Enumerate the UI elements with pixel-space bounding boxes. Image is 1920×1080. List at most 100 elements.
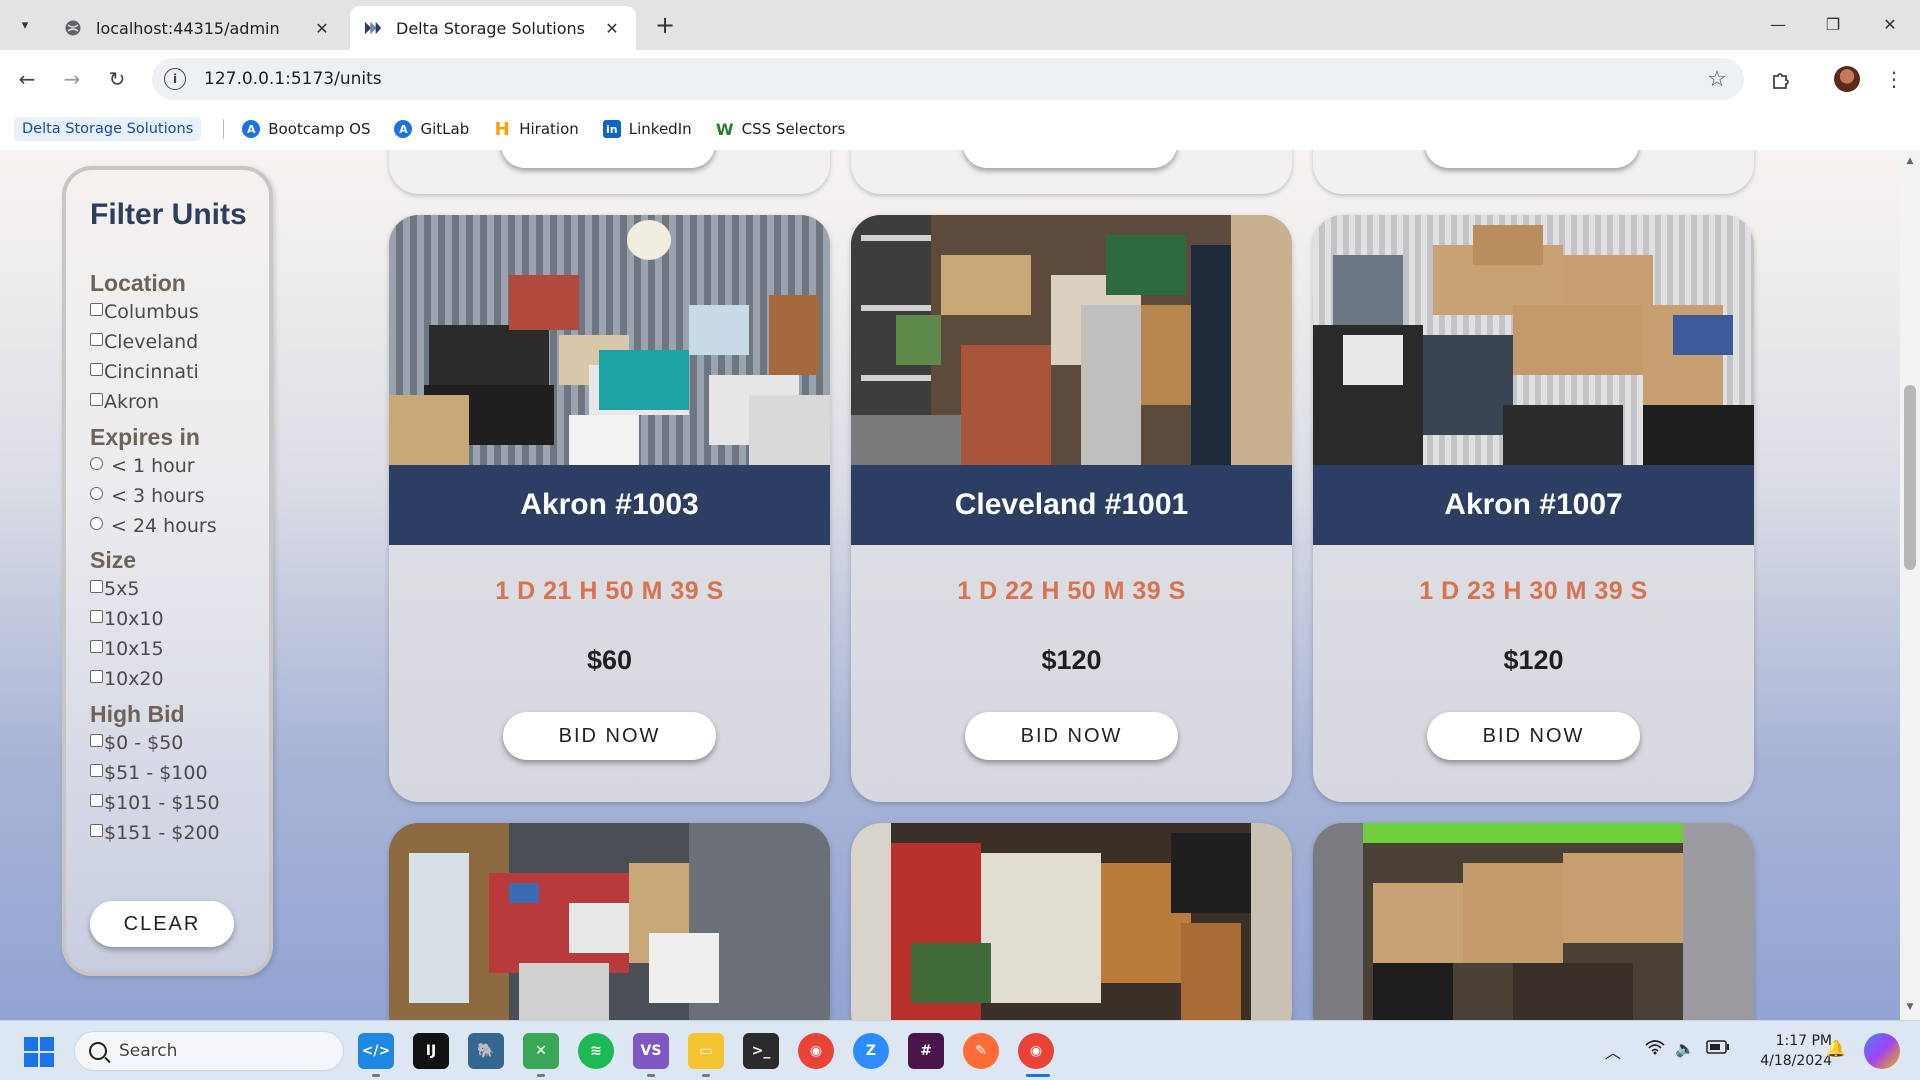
size-option-10x20[interactable]: 10x20 — [90, 664, 164, 694]
checkbox[interactable] — [90, 362, 103, 376]
slack-icon[interactable]: # — [908, 1033, 944, 1069]
tab-delta-storage[interactable]: Delta Storage Solutions ✕ — [350, 6, 636, 50]
bookmark-star-icon[interactable]: ☆ — [1700, 67, 1734, 92]
bid-now-button-partial[interactable] — [1425, 150, 1639, 168]
checkbox[interactable] — [90, 823, 103, 837]
vscode-icon[interactable]: </> — [358, 1033, 394, 1069]
radio[interactable] — [90, 456, 103, 470]
expires-option-1h[interactable]: < 1 hour — [90, 451, 217, 481]
chrome-active-icon[interactable]: ◉ — [1018, 1033, 1054, 1069]
bookmark-linkedin[interactable]: in LinkedIn — [602, 120, 692, 138]
checkbox[interactable] — [90, 609, 103, 623]
location-option-columbus[interactable]: Columbus — [90, 297, 199, 327]
terminal-icon[interactable]: >_ — [743, 1033, 779, 1069]
profile-avatar[interactable] — [1830, 62, 1864, 96]
checkbox[interactable] — [90, 733, 103, 747]
bid-option-101-150[interactable]: $101 - $150 — [90, 788, 220, 818]
bid-now-button[interactable]: BID NOW — [1427, 712, 1640, 760]
unit-card: Cleveland #1001 1 D 22 H 50 M 39 S $120 … — [851, 215, 1292, 802]
minimize-icon[interactable]: — — [1760, 8, 1796, 40]
postgres-icon[interactable]: 🐘 — [468, 1033, 504, 1069]
checkbox[interactable] — [90, 302, 103, 316]
bid-now-button[interactable]: BID NOW — [965, 712, 1178, 760]
location-option-akron[interactable]: Akron — [90, 387, 199, 417]
clock-time: 1:17 PM — [1775, 1033, 1832, 1049]
spotify-icon[interactable]: ≋ — [578, 1033, 614, 1069]
postman-icon[interactable]: ✎ — [963, 1033, 999, 1069]
unit-title: Akron #1003 — [389, 465, 830, 545]
zoom-icon[interactable]: Z — [853, 1033, 889, 1069]
taskbar-search[interactable]: Search — [74, 1031, 344, 1071]
option-label: < 24 hours — [111, 515, 217, 537]
extensions-icon[interactable] — [1764, 62, 1798, 96]
new-tab-icon[interactable]: + — [650, 10, 680, 40]
bookmark-bootcamp[interactable]: A Bootcamp OS — [242, 120, 370, 138]
bookmark-label: Bootcamp OS — [268, 120, 371, 138]
bookmark-gitlab[interactable]: A GitLab — [394, 120, 469, 138]
unit-card-next — [389, 823, 830, 1020]
battery-icon[interactable] — [1706, 1039, 1730, 1058]
address-bar[interactable]: i 127.0.0.1:5173/units ☆ — [152, 58, 1744, 100]
close-tab-icon[interactable]: ✕ — [312, 18, 332, 38]
checkbox[interactable] — [90, 793, 103, 807]
intellij-icon[interactable]: IJ — [413, 1033, 449, 1069]
option-label: 10x20 — [104, 668, 164, 690]
radio[interactable] — [90, 486, 103, 500]
size-option-10x15[interactable]: 10x15 — [90, 634, 164, 664]
tab-admin[interactable]: localhost:44315/admin ✕ — [50, 6, 346, 50]
checkbox[interactable] — [90, 392, 103, 406]
bid-now-button-partial[interactable] — [501, 150, 715, 168]
windows-start-icon[interactable] — [24, 1037, 54, 1067]
dev-tool-icon[interactable]: ✕ — [523, 1033, 559, 1069]
unit-card-next — [851, 823, 1292, 1020]
hiration-icon: H — [494, 118, 510, 140]
forward-icon[interactable]: → — [55, 62, 89, 96]
clear-filters-button[interactable]: CLEAR — [90, 901, 234, 947]
bid-option-51-100[interactable]: $51 - $100 — [90, 758, 220, 788]
expires-option-24h[interactable]: < 24 hours — [90, 511, 217, 541]
chrome-icon[interactable]: ◉ — [798, 1033, 834, 1069]
size-option-5x5[interactable]: 5x5 — [90, 574, 164, 604]
checkbox[interactable] — [90, 669, 103, 683]
radio[interactable] — [90, 516, 103, 530]
bookmark-hiration[interactable]: H Hiration — [493, 118, 579, 140]
restore-icon[interactable]: ❐ — [1815, 8, 1851, 40]
page-scrollbar[interactable]: ▲ ▼ — [1900, 150, 1920, 1020]
checkbox[interactable] — [90, 332, 103, 346]
bid-now-button-partial[interactable] — [963, 150, 1177, 168]
size-option-10x10[interactable]: 10x10 — [90, 604, 164, 634]
scroll-up-icon[interactable]: ▲ — [1904, 156, 1916, 166]
reload-icon[interactable]: ↻ — [100, 62, 134, 96]
volume-icon[interactable]: 🔈 — [1675, 1039, 1695, 1058]
tray-chevron-icon[interactable]: ︿ — [1605, 1039, 1621, 1063]
scrollbar-thumb[interactable] — [1904, 385, 1916, 570]
checkbox[interactable] — [90, 763, 103, 777]
bookmark-delta[interactable]: Delta Storage Solutions — [14, 117, 202, 141]
tab-strip: ▾ localhost:44315/admin ✕ Delta Storage … — [0, 0, 1920, 50]
wifi-icon[interactable] — [1645, 1039, 1665, 1059]
scroll-down-icon[interactable]: ▼ — [1904, 1002, 1916, 1012]
back-icon[interactable]: ← — [10, 62, 44, 96]
bid-option-0-50[interactable]: $0 - $50 — [90, 728, 220, 758]
taskbar-clock[interactable]: 1:17 PM 4/18/2024 — [1736, 1031, 1832, 1071]
menu-kebab-icon[interactable]: ⋮ — [1877, 62, 1911, 96]
close-window-icon[interactable]: ✕ — [1872, 8, 1908, 40]
site-info-icon[interactable]: i — [164, 68, 186, 90]
visual-studio-icon[interactable]: VS — [633, 1033, 669, 1069]
location-option-cincinnati[interactable]: Cincinnati — [90, 357, 199, 387]
url-text[interactable]: 127.0.0.1:5173/units — [204, 69, 1700, 89]
bid-now-button[interactable]: BID NOW — [503, 712, 716, 760]
notification-bell-icon[interactable]: 🔔 — [1826, 1039, 1846, 1058]
location-option-cleveland[interactable]: Cleveland — [90, 327, 199, 357]
bookmark-css-selectors[interactable]: W CSS Selectors — [716, 120, 846, 139]
filter-title: Filter Units — [90, 198, 247, 231]
bid-option-151-200[interactable]: $151 - $200 — [90, 818, 220, 848]
filter-panel: Filter Units Location Columbus Cleveland… — [62, 166, 273, 976]
expires-option-3h[interactable]: < 3 hours — [90, 481, 217, 511]
checkbox[interactable] — [90, 639, 103, 653]
close-tab-icon[interactable]: ✕ — [602, 18, 622, 38]
copilot-icon[interactable] — [1864, 1033, 1900, 1069]
checkbox[interactable] — [90, 579, 103, 593]
file-explorer-icon[interactable]: ▭ — [688, 1033, 724, 1069]
tab-search-dropdown-icon[interactable]: ▾ — [10, 10, 40, 40]
